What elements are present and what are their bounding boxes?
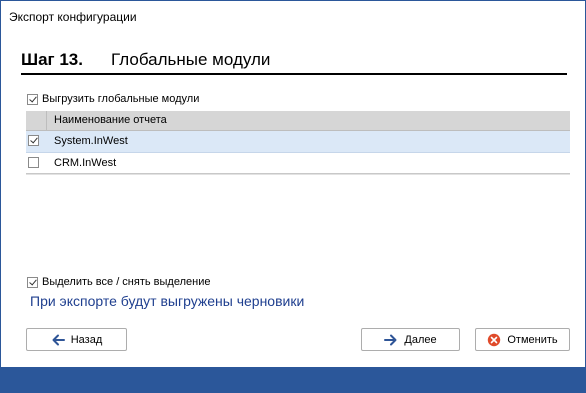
table-row[interactable]: CRM.InWest [26, 153, 570, 175]
drafts-notice: При экспорте будут выгружены черновики [30, 293, 305, 309]
back-button[interactable]: Назад [26, 328, 127, 351]
step-number: Шаг 13. [21, 50, 83, 69]
export-global-modules-checkbox[interactable] [27, 93, 38, 105]
row-name: System.InWest [54, 135, 128, 147]
title-bar: Экспорт конфигурации [1, 1, 585, 29]
next-button[interactable]: Далее [361, 328, 460, 351]
grid-header: Наименование отчета [26, 111, 570, 131]
step-header: Шаг 13. Глобальные модули [21, 49, 567, 75]
cancel-button-label: Отменить [507, 333, 558, 346]
cancel-icon [488, 333, 501, 346]
row-name: CRM.InWest [54, 157, 117, 169]
footer-bar [1, 367, 585, 392]
modules-grid: Наименование отчета System.InWest CRM.In… [26, 111, 570, 175]
column-header-report-name[interactable]: Наименование отчета [54, 114, 167, 126]
select-all-label: Выделить все / снять выделение [42, 276, 211, 288]
cancel-button[interactable]: Отменить [475, 328, 570, 351]
select-all-option[interactable]: Выделить все / снять выделение [27, 276, 210, 288]
export-config-window: Экспорт конфигурации Шаг 13. Глобальные … [0, 0, 586, 393]
row-checkbox[interactable] [28, 157, 39, 168]
export-global-modules-option[interactable]: Выгрузить глобальные модули [27, 93, 199, 105]
table-row[interactable]: System.InWest [26, 131, 570, 153]
next-button-label: Далее [404, 333, 437, 346]
row-checkbox[interactable] [28, 135, 39, 146]
window-title: Экспорт конфигурации [9, 10, 137, 24]
step-title: Глобальные модули [111, 50, 271, 69]
grid-header-corner [26, 111, 47, 130]
export-global-modules-label: Выгрузить глобальные модули [42, 93, 200, 105]
select-all-checkbox[interactable] [27, 276, 38, 288]
back-button-label: Назад [70, 333, 103, 346]
arrow-right-icon [384, 334, 397, 345]
arrow-left-icon [52, 334, 65, 345]
